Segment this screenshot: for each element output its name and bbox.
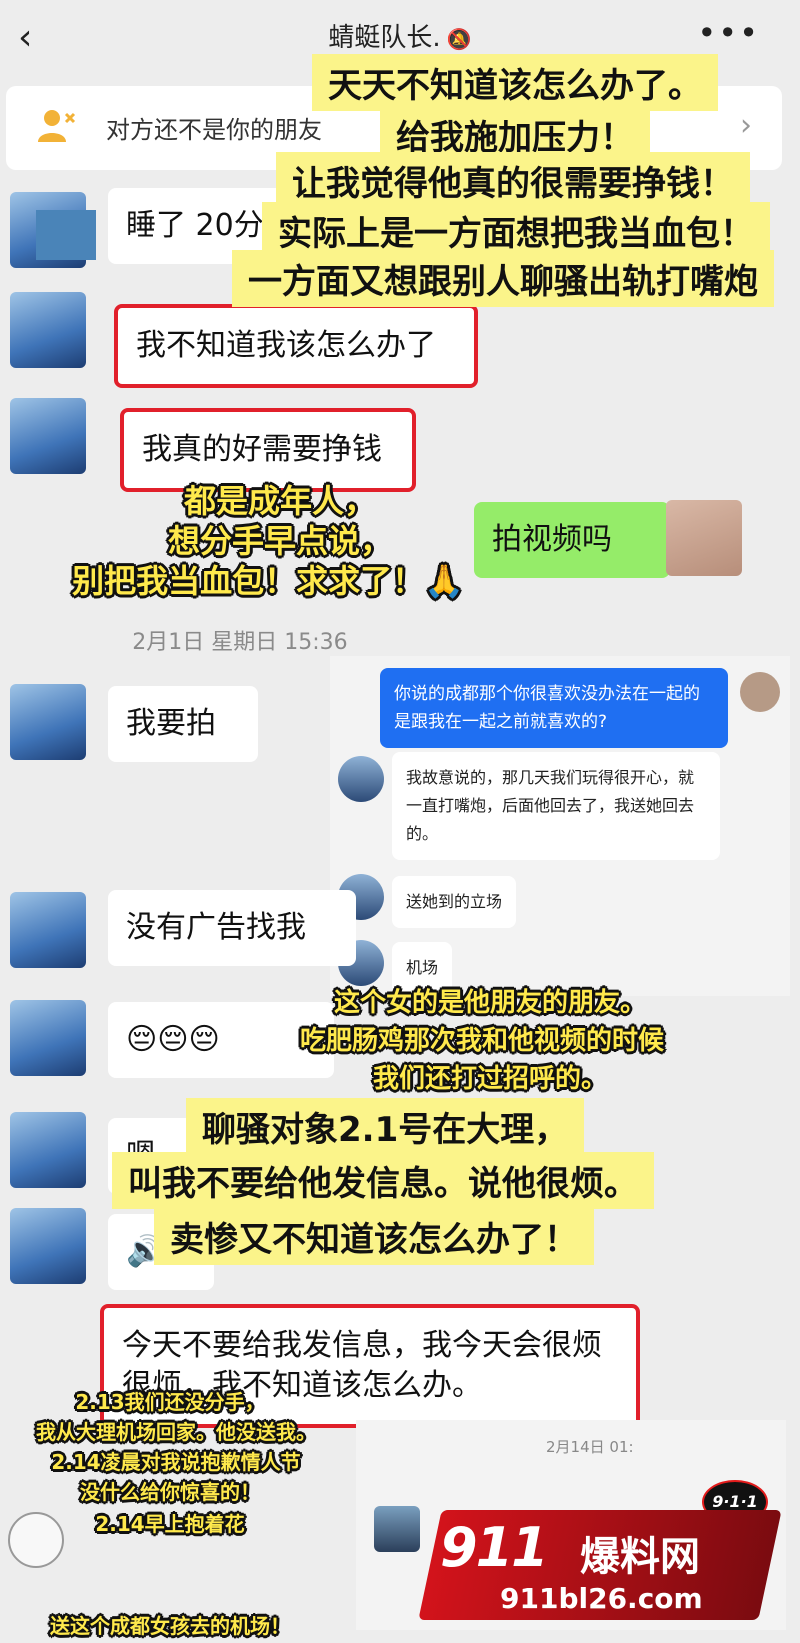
inset-timestamp: 2月14日 01: [546,1438,634,1456]
message-bubble: 没有广告找我 [108,890,356,966]
caption-line: 叫我不要给他发信息。说他很烦。 [112,1152,654,1209]
avatar-mosaic [36,210,96,260]
watermark-url: 911bl26.com [500,1582,703,1615]
caption-line: 2.14早上抱着花 [95,1512,245,1536]
caption-line: 送这个成都女孩去的机场！ [50,1614,290,1638]
avatar[interactable] [10,892,86,968]
caption-line: 我们还打过招呼的。 [372,1064,607,1094]
inset-reply: 送她到的立场 [392,876,517,928]
avatar[interactable] [10,1000,86,1076]
avatar[interactable] [10,684,86,760]
inset-avatar [374,1506,420,1552]
caption-line: 聊骚对象2.1号在大理， [186,1098,585,1155]
timestamp: 2月1日 星期日 15:36 [132,630,348,655]
caption-line: 我从大理机场回家。他没送我。 [36,1420,316,1444]
watermark-logo: 9·1·1 911 爆料网 911bl26.com [418,1480,782,1630]
avatar[interactable] [10,1112,86,1188]
caption-line: 没什么给你惊喜的！ [80,1480,260,1504]
banner-text: 对方还不是你的朋友 [106,116,322,144]
caption-line: 卖惨又不知道该怎么办了！ [154,1208,594,1265]
watermark-name: 爆料网 [580,1534,700,1580]
message-bubble: 我要拍 [108,686,258,762]
caption-line: 天天不知道该怎么办了。 [312,54,718,111]
more-icon[interactable]: ••• [697,14,760,52]
caption-line: 2.14凌晨对我说抱歉情人节 [51,1450,301,1474]
caption-line: 2.13我们还没分手， [75,1390,265,1414]
watermark-number: 911 [440,1516,549,1579]
caption-line: 一方面又想跟别人聊骚出轨打嘴炮 [232,250,774,307]
caption-line: 别把我当血包！求求了！🙏 [72,562,464,600]
message-bubble-highlighted: 我不知道我该怎么办了 [114,304,478,388]
avatar-self[interactable] [666,500,742,576]
caption-line: 这个女的是他朋友的朋友。 [333,988,646,1018]
mute-icon: 🔕 [446,27,472,51]
caption-line: 让我觉得他真的很需要挣钱！ [276,152,750,209]
avatar[interactable] [10,292,86,368]
chat-title: 蜻蜓队长. 🔕 [0,18,800,59]
inset-avatar-self [740,672,780,712]
inset-reply: 我故意说的，那几天我们玩得很开心，就一直打嘴炮，后面他回去了，我送她回去的。 [392,752,720,860]
chat-title-text: 蜻蜓队长. [328,23,441,53]
add-contact-icon [38,110,76,142]
inset-avatar [338,756,384,802]
avatar[interactable] [10,398,86,474]
caption-line: 吃肥肠鸡那次我和他视频的时候 [299,1026,664,1056]
inset-chat-screenshot: 你说的成都那个你很喜欢没办法在一起的是跟我在一起之前就喜欢的? 我故意说的，那几… [330,656,790,996]
inset-sent-message: 你说的成都那个你很喜欢没办法在一起的是跟我在一起之前就喜欢的? [380,668,728,748]
chevron-right-icon: › [740,108,752,143]
avatar[interactable] [10,1208,86,1284]
